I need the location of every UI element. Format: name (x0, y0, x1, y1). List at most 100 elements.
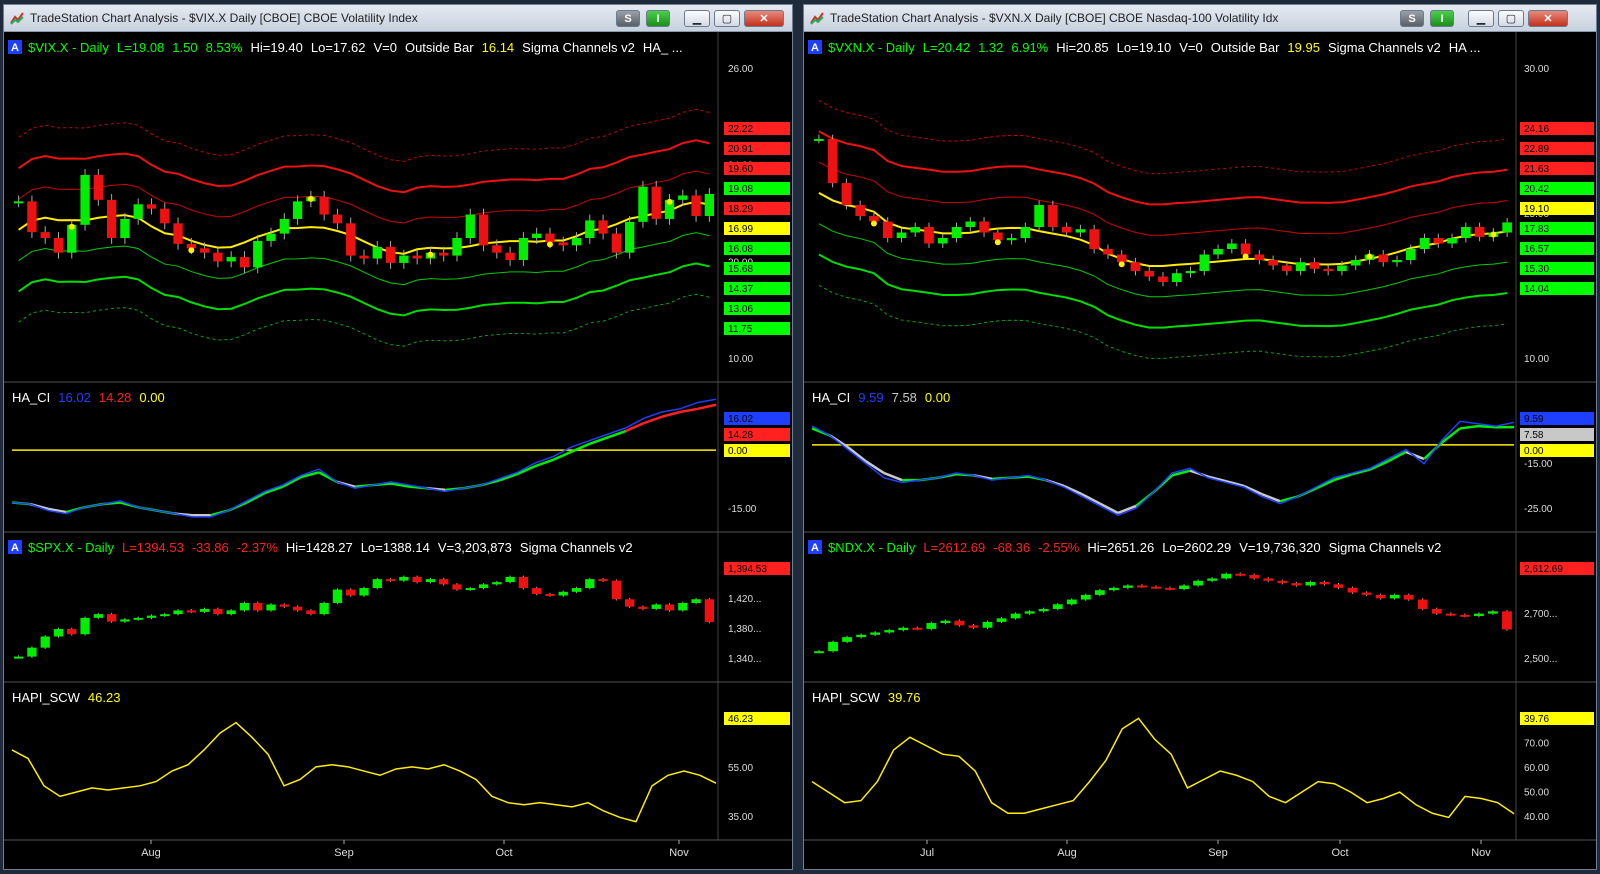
candle-body (704, 599, 715, 622)
candle-body (1158, 276, 1168, 282)
close-button[interactable]: ✕ (1528, 10, 1568, 27)
candle-body (664, 604, 675, 611)
candle-body (1038, 608, 1049, 612)
panel-header-text: 9.59 (858, 390, 883, 405)
candle-body (842, 637, 853, 642)
candle-body (40, 232, 50, 238)
panel-header-text: -2.55% (1038, 540, 1080, 555)
candle-body (1144, 271, 1155, 277)
window-titlebar[interactable]: TradeStation Chart Analysis - $VIX.X Dai… (4, 5, 792, 32)
candle-body (1171, 273, 1182, 282)
candle-body (691, 599, 701, 603)
candle-body (160, 614, 170, 617)
candle-body (425, 579, 436, 583)
candle-body (505, 252, 515, 260)
candle-body (982, 621, 993, 628)
axis-tick-label: 40.00 (1524, 812, 1549, 823)
candle-body (1006, 238, 1017, 241)
value-tag-label: 16.02 (728, 414, 753, 425)
candle-body (319, 196, 329, 215)
panel-header-text: Sigma Channels v2 (1329, 540, 1442, 555)
vix-chart-area[interactable]: A $VIX.X - Daily L=19.08 1.50 8.53% Hi=19.40 L… (4, 32, 792, 869)
vxn-chart-area[interactable]: A $VXN.X - Daily L=20.42 1.32 6.91% Hi=20.85 L… (804, 32, 1596, 869)
panel-header-text: 39.76 (888, 690, 921, 705)
time-axis-label: Oct (495, 847, 512, 859)
candle-body (1249, 574, 1260, 579)
minimize-button[interactable]: ▁ (684, 10, 710, 27)
candle-body (979, 221, 989, 233)
candle-body (1094, 590, 1105, 595)
symbol-link-button[interactable]: S (616, 10, 640, 27)
value-tag-label: 2,612.69 (1524, 564, 1563, 575)
chart-window-vxn: TradeStation Chart Analysis - $VXN.X Dai… (803, 4, 1597, 870)
maximize-button[interactable]: ▢ (1498, 10, 1524, 27)
candle-body (439, 579, 449, 585)
ha-ci-fast-line (811, 420, 1515, 517)
candle-body (146, 204, 157, 209)
candle-body (678, 602, 688, 611)
candle-body (253, 602, 263, 611)
axis-tick-label: 60.00 (1524, 763, 1549, 774)
candle-body (1389, 594, 1400, 599)
maximize-button[interactable]: ▢ (714, 10, 740, 27)
candle-body (120, 619, 130, 622)
candle-body (67, 629, 77, 635)
time-axis-label: Aug (141, 847, 161, 859)
value-tag-label: 15.30 (1524, 264, 1549, 275)
candle-body (186, 610, 196, 613)
candle-body (80, 617, 90, 635)
symbol-badge-letter: A (811, 542, 819, 554)
candle-body (1474, 227, 1485, 237)
candle-body (1020, 227, 1031, 238)
panel-header-text: 6.91% (1011, 40, 1048, 55)
axis-tick-label: 1,420... (728, 594, 761, 605)
candle-body (465, 588, 475, 591)
candle-body (226, 257, 236, 262)
panel-header-text: V=3,203,873 (438, 540, 512, 555)
panel-header-text: Lo=17.62 (311, 40, 366, 55)
ha-ci-slow-segment (607, 429, 627, 439)
signal-dot (1366, 253, 1373, 260)
candle-body (173, 223, 183, 244)
candle-body (585, 220, 595, 238)
candle-body (106, 199, 117, 238)
panel-header-text: -33.86 (192, 540, 229, 555)
panel-header-text: HA_CI (12, 390, 50, 405)
panel-header-text: $NDX.X - Daily (828, 540, 916, 555)
indicator-button[interactable]: I (646, 10, 670, 27)
candle-body (532, 588, 542, 595)
panel-header-text: V=19,736,320 (1239, 540, 1320, 555)
ha-ci-slow-segment (589, 436, 609, 445)
candle-body (1108, 587, 1119, 591)
candle-body (1137, 585, 1147, 588)
signal-dot (546, 241, 553, 248)
candle-body (27, 201, 37, 233)
candle-body (439, 252, 449, 256)
candle-body (882, 221, 893, 238)
candle-body (598, 220, 608, 234)
candle-body (598, 579, 608, 582)
panel-header-text: 0.00 (139, 390, 164, 405)
symbol-link-button[interactable]: S (1400, 10, 1424, 27)
candle-body (828, 641, 838, 652)
window-titlebar[interactable]: TradeStation Chart Analysis - $VXN.X Dai… (804, 5, 1596, 32)
candle-body (1116, 254, 1127, 263)
candle-body (412, 576, 422, 583)
signal-dot (427, 251, 434, 258)
panel-header-text: V=0 (1179, 40, 1203, 55)
candle-body (1221, 573, 1232, 579)
minimize-button[interactable]: ▁ (1468, 10, 1494, 27)
candle-body (827, 139, 838, 183)
candle-body (1347, 587, 1358, 593)
panel-header-text: 16.02 (58, 390, 91, 405)
candle-body (1103, 249, 1113, 255)
candle-body (968, 625, 979, 628)
value-tag-label: 19.60 (728, 164, 753, 175)
candle-body (13, 656, 24, 659)
candle-body (1309, 262, 1320, 269)
indicator-button[interactable]: I (1430, 10, 1454, 27)
candle-body (558, 591, 568, 596)
axis-tick-label: -15.00 (1524, 459, 1553, 470)
close-button[interactable]: ✕ (744, 10, 784, 27)
candle-body (1419, 238, 1430, 249)
